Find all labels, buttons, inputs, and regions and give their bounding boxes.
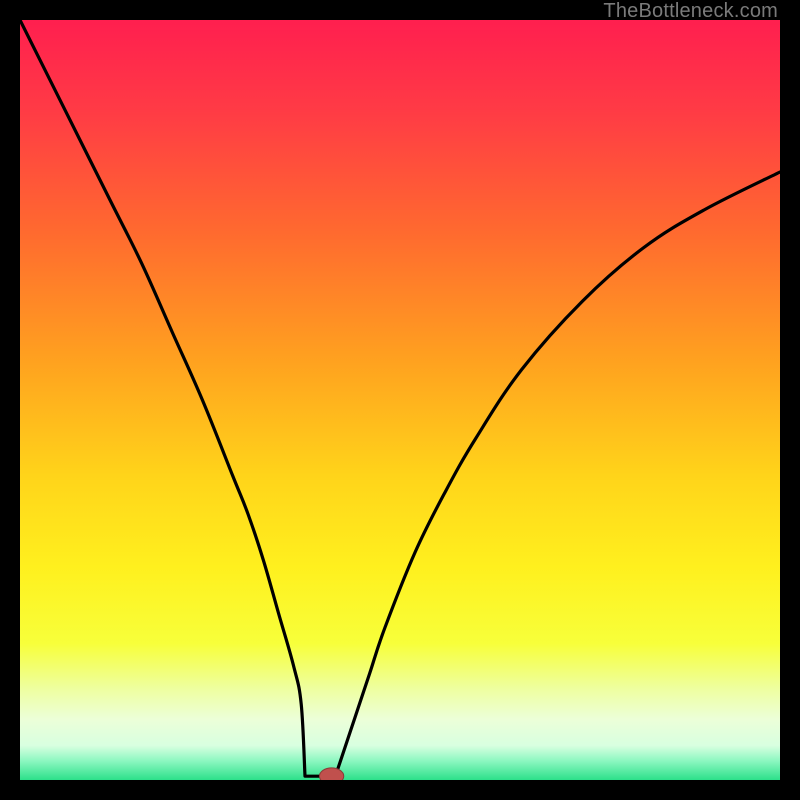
optimum-marker bbox=[319, 768, 343, 780]
chart-frame bbox=[20, 20, 780, 780]
watermark-text: TheBottleneck.com bbox=[603, 0, 778, 23]
bottleneck-chart bbox=[20, 20, 780, 780]
gradient-background bbox=[20, 20, 780, 780]
